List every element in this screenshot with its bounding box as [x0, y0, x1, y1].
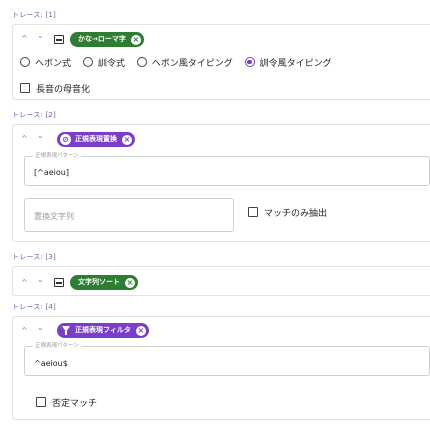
- move-up-icon[interactable]: ^: [21, 326, 28, 336]
- move-up-icon[interactable]: ^: [21, 278, 28, 288]
- radio-kunrei[interactable]: 訓令式: [82, 56, 125, 69]
- chip-regex-filter[interactable]: 正規表現フィルタ ×: [57, 323, 149, 338]
- trace-label-4: トレース: [4]: [12, 303, 56, 311]
- chip-kana-to-romaji[interactable]: かな→ローマ字 ×: [70, 32, 144, 47]
- field-value: ^aeiou$: [34, 359, 68, 368]
- checkbox-match-only[interactable]: マッチのみ抽出: [248, 206, 327, 219]
- checkbox-icon: [36, 397, 46, 407]
- regex-pattern-input[interactable]: 正規表現パターン ^aeiou$: [24, 342, 430, 376]
- document-icon: [54, 35, 64, 44]
- close-icon[interactable]: ×: [122, 134, 132, 145]
- chip-label: 文字列ソート: [78, 278, 120, 286]
- radio-circle-icon: [20, 57, 30, 67]
- trace-label-2: トレース: [2]: [12, 111, 56, 119]
- move-down-icon[interactable]: ⌄: [37, 31, 44, 41]
- field-legend: 正規表現パターン: [33, 152, 81, 160]
- trace-label-1: トレース: [1]: [12, 11, 56, 19]
- move-up-icon[interactable]: ^: [21, 34, 28, 44]
- close-icon[interactable]: ×: [135, 325, 146, 336]
- checkbox-negate-match[interactable]: 否定マッチ: [36, 396, 97, 409]
- radio-hepburn-typing[interactable]: ヘボン風タイピング: [136, 56, 233, 69]
- move-down-icon[interactable]: ⌄: [37, 131, 44, 141]
- close-icon[interactable]: ×: [130, 34, 141, 45]
- field-legend: 正規表現パターン: [33, 342, 81, 350]
- trace-label-3: トレース: [3]: [12, 253, 56, 261]
- chip-label: 正規表現フィルタ: [75, 326, 131, 334]
- field-placeholder: 置換文字列: [34, 212, 74, 221]
- replace-string-input[interactable]: 置換文字列: [24, 198, 234, 232]
- document-icon: [54, 278, 64, 287]
- trace-block-3: ^ ⌄ 文字列ソート ×: [12, 266, 430, 296]
- checkbox-icon: [248, 207, 258, 217]
- filter-icon: [62, 326, 70, 335]
- chip-regex-replace[interactable]: ⊘ 正規表現置換 ×: [57, 132, 135, 147]
- chip-string-sort[interactable]: 文字列ソート ×: [70, 275, 138, 290]
- radio-selected-icon: [244, 57, 255, 67]
- field-value: [^aeiou]: [34, 168, 69, 177]
- regex-icon: ⊘: [60, 134, 71, 145]
- checkbox-long-vowel[interactable]: 長音の母音化: [20, 82, 90, 95]
- checkbox-icon: [20, 83, 30, 93]
- romanization-radio-group: ヘボン式 訓令式 ヘボン風タイピング 訓令風タイピング: [20, 56, 341, 69]
- radio-kunrei-typing[interactable]: 訓令風タイピング: [244, 56, 332, 69]
- chip-label: かな→ローマ字: [78, 35, 126, 43]
- regex-pattern-input[interactable]: 正規表現パターン [^aeiou]: [24, 152, 430, 186]
- close-icon[interactable]: ×: [125, 277, 135, 288]
- move-up-icon[interactable]: ^: [21, 134, 28, 144]
- radio-circle-icon: [82, 57, 93, 67]
- chip-label: 正規表現置換: [75, 135, 117, 143]
- move-down-icon[interactable]: ⌄: [37, 275, 44, 285]
- radio-hepburn[interactable]: ヘボン式: [20, 56, 71, 69]
- radio-circle-icon: [136, 57, 147, 67]
- move-down-icon[interactable]: ⌄: [37, 323, 44, 333]
